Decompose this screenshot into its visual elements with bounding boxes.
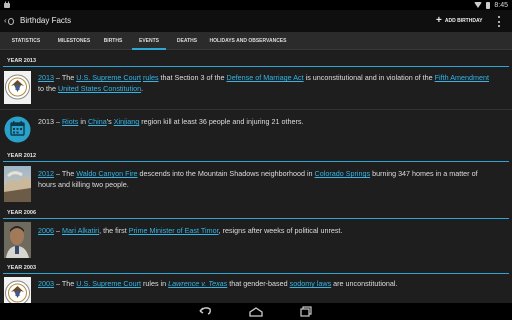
tab-label: BIRTHS [103, 38, 123, 44]
event-text-fragment: , resigns after weeks of political unres… [218, 226, 343, 235]
wiki-link[interactable]: 2013 [38, 73, 54, 82]
list-item[interactable]: 2013 – The U.S. Supreme Court rules that… [0, 68, 512, 108]
calendar-icon [4, 116, 31, 143]
home-icon[interactable] [248, 305, 264, 318]
wiki-link[interactable]: Prime Minister of East Timor [129, 226, 219, 235]
event-text-fragment: descends into the Mountain Shadows neigh… [137, 169, 315, 178]
year-header: YEAR 2012 [0, 149, 512, 162]
wiki-link[interactable]: 2012 [38, 169, 54, 178]
wiki-link[interactable]: Xinjiang [114, 117, 140, 126]
event-text-fragment: is unconstitutional and in violation of … [303, 73, 435, 82]
overflow-menu-button[interactable] [496, 16, 502, 27]
year-label: YEAR 2012 [7, 153, 37, 159]
year-label: YEAR 2003 [7, 265, 37, 271]
event-text: 2013 – Riots in China's Xinjiang region … [38, 116, 494, 127]
wiki-link[interactable]: Lawrence v. Texas [168, 279, 227, 288]
wiki-link[interactable]: China [88, 117, 107, 126]
year-label: YEAR 2013 [7, 58, 37, 64]
up-caret-icon: ‹ [4, 16, 7, 25]
event-text: 2012 – The Waldo Canyon Fire descends in… [38, 168, 494, 190]
tab-holidays-and-observances[interactable]: HOLIDAYS AND OBSERVANCES [206, 32, 290, 50]
app-logo-icon [7, 17, 14, 25]
battery-icon [486, 1, 491, 9]
event-text-fragment: in [78, 117, 88, 126]
wifi-icon [474, 2, 483, 8]
plus-icon: + [436, 15, 442, 26]
wildfire-photo-icon [4, 166, 31, 202]
event-text-fragment: – [54, 226, 62, 235]
event-text: 2003 – The U.S. Supreme Court rules in L… [38, 278, 494, 289]
wiki-link[interactable]: Fifth Amendment [435, 73, 489, 82]
tab-label: MILESTONES [57, 38, 91, 44]
tab-label: HOLIDAYS AND OBSERVANCES [209, 38, 287, 44]
year-divider [3, 161, 509, 162]
event-text-fragment: . [141, 84, 144, 93]
list-item[interactable]: 2006 – Mari Alkatiri, the first Prime Mi… [0, 220, 512, 260]
year-header: YEAR 2006 [0, 206, 512, 219]
event-text-fragment: rules in [140, 279, 169, 288]
wiki-link[interactable]: rules [143, 73, 159, 82]
system-nav-bar [0, 303, 512, 320]
event-text: 2013 – The U.S. Supreme Court rules that… [38, 72, 494, 94]
year-header: YEAR 2003 [0, 261, 512, 274]
event-text-fragment: – The [54, 73, 77, 82]
year-header: YEAR 2013 [0, 54, 512, 67]
portrait-photo-icon [4, 222, 31, 258]
wiki-link[interactable]: U.S. Supreme Court [76, 279, 141, 288]
overflow-dot-icon [498, 16, 500, 18]
event-text-fragment: , the first [99, 226, 129, 235]
event-text-fragment: – The [54, 169, 77, 178]
overflow-dot-icon [498, 20, 500, 23]
event-text-fragment: region kill at least 36 people and injur… [139, 117, 304, 126]
wiki-link[interactable]: U.S. Supreme Court [76, 73, 141, 82]
wiki-link[interactable]: Colorado Springs [315, 169, 371, 178]
events-list[interactable]: YEAR 2013 2013 – The U.S. Supreme Court … [0, 51, 512, 303]
list-item[interactable]: 2012 – The Waldo Canyon Fire descends in… [0, 163, 512, 205]
wiki-link[interactable]: 2003 [38, 279, 54, 288]
overflow-dot-icon [498, 25, 500, 27]
app-title: Birthday Facts [20, 16, 72, 25]
event-text-fragment: – The [54, 279, 77, 288]
tab-events[interactable]: EVENTS [130, 32, 168, 50]
action-bar: ‹ Birthday Facts + ADD BIRTHDAY [0, 10, 512, 32]
tab-births[interactable]: BIRTHS [96, 32, 130, 50]
year-divider [3, 273, 509, 274]
wiki-link[interactable]: United States Constitution [58, 84, 141, 93]
year-divider [3, 218, 509, 219]
event-text-fragment: 's [106, 117, 114, 126]
add-birthday-button[interactable]: + ADD BIRTHDAY [436, 15, 482, 27]
tab-label: EVENTS [138, 38, 159, 44]
android-notification-icon [4, 1, 10, 8]
event-text-fragment: that Section 3 of the [158, 73, 227, 82]
year-label: YEAR 2006 [7, 210, 37, 216]
app-home-button[interactable]: ‹ [4, 16, 14, 26]
list-item[interactable]: 2013 – Riots in China's Xinjiang region … [0, 110, 512, 148]
tab-label: DEATHS [176, 38, 198, 44]
status-bar: 8:45 [0, 0, 512, 10]
list-item[interactable]: 2003 – The U.S. Supreme Court rules in L… [0, 275, 512, 303]
clock: 8:45 [494, 1, 508, 9]
us-supreme-court-seal-icon [4, 277, 31, 303]
event-text-fragment: 2013 – [38, 117, 62, 126]
us-supreme-court-seal-icon [4, 71, 31, 104]
tab-deaths[interactable]: DEATHS [168, 32, 206, 50]
wiki-link[interactable]: Waldo Canyon Fire [76, 169, 137, 178]
wiki-link[interactable]: Mari Alkatiri [62, 226, 99, 235]
event-text: 2006 – Mari Alkatiri, the first Prime Mi… [38, 225, 494, 236]
recents-icon[interactable] [298, 305, 314, 318]
wiki-link[interactable]: sodomy laws [290, 279, 332, 288]
event-text-fragment: that gender-based [227, 279, 290, 288]
tab-milestones[interactable]: MILESTONES [52, 32, 96, 50]
wiki-link[interactable]: Riots [62, 117, 78, 126]
tab-bar: STATISTICS MILESTONES BIRTHS EVENTS DEAT… [0, 32, 512, 50]
wiki-link[interactable]: 2006 [38, 226, 54, 235]
back-icon[interactable] [197, 305, 213, 318]
add-birthday-label: ADD BIRTHDAY [444, 18, 483, 24]
tab-statistics[interactable]: STATISTICS [0, 32, 52, 50]
event-text-fragment: are unconstitutional. [331, 279, 398, 288]
wiki-link[interactable]: Defense of Marriage Act [227, 73, 304, 82]
event-text-fragment: to the [38, 84, 58, 93]
year-divider [3, 66, 509, 67]
tab-label: STATISTICS [11, 38, 41, 44]
